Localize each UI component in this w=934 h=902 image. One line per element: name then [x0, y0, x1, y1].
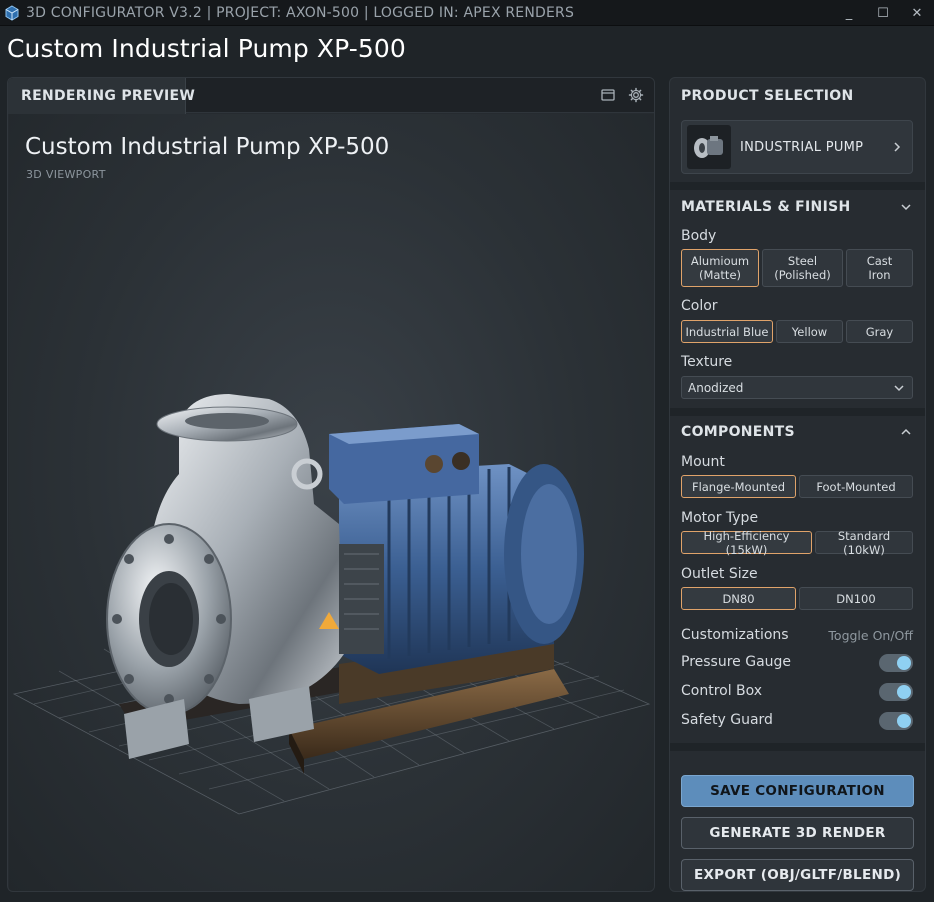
product-selector[interactable]: INDUSTRIAL PUMP — [681, 120, 913, 174]
pressure-gauge-toggle[interactable] — [879, 654, 913, 672]
pressure-gauge-label: Pressure Gauge — [681, 654, 792, 670]
chevron-right-icon — [894, 142, 901, 152]
maximize-button[interactable]: ☐ — [866, 0, 900, 26]
outlet-size-label: Outlet Size — [681, 566, 758, 582]
texture-select[interactable]: Anodized — [681, 376, 913, 399]
chevron-down-icon[interactable] — [899, 200, 913, 214]
components-heading: COMPONENTS — [681, 424, 795, 440]
generate-3d-render-button[interactable]: GENERATE 3D RENDER — [681, 817, 914, 849]
color-option-gray[interactable]: Gray — [846, 320, 913, 343]
safety-guard-toggle[interactable] — [879, 712, 913, 730]
toggle-knob — [897, 685, 911, 699]
texture-value: Anodized — [688, 380, 744, 395]
viewport-title: Custom Industrial Pump XP-500 — [25, 134, 390, 160]
safety-guard-label: Safety Guard — [681, 712, 773, 728]
preview-tools — [600, 87, 644, 103]
motor-type-label: Motor Type — [681, 510, 759, 526]
mount-option-foot[interactable]: Foot-Mounted — [799, 475, 913, 498]
tab-rendering-preview[interactable]: RENDERING PREVIEW — [8, 78, 195, 114]
customizations-label: Customizations — [681, 627, 789, 643]
toggle-knob — [897, 714, 911, 728]
product-thumbnail — [687, 125, 731, 169]
chevron-up-icon[interactable] — [899, 425, 913, 439]
pump-3d-model[interactable] — [9, 274, 654, 834]
texture-label: Texture — [681, 354, 733, 370]
configuration-panel: PRODUCT SELECTION INDUSTRIAL PUMP MATERI… — [669, 77, 926, 892]
control-box-toggle[interactable] — [879, 683, 913, 701]
color-label: Color — [681, 298, 718, 314]
window-layout-icon[interactable] — [600, 87, 616, 103]
collapsed-section-heading-edge — [681, 759, 741, 765]
save-configuration-button[interactable]: SAVE CONFIGURATION — [681, 775, 914, 807]
toggle-knob — [897, 656, 911, 670]
section-divider — [670, 182, 925, 190]
mount-label: Mount — [681, 454, 725, 470]
outlet-option-dn80[interactable]: DN80 — [681, 587, 796, 610]
mount-option-flange[interactable]: Flange-Mounted — [681, 475, 796, 498]
toggle-hint: Toggle On/Off — [828, 628, 913, 643]
window-title: 3D CONFIGURATOR V3.2 | PROJECT: AXON-500… — [26, 4, 575, 21]
body-option-cast-iron[interactable]: Cast Iron — [846, 249, 913, 287]
close-button[interactable]: ✕ — [900, 0, 934, 26]
window-controls: _ ☐ ✕ — [832, 0, 934, 26]
outlet-option-dn100[interactable]: DN100 — [799, 587, 913, 610]
section-divider — [670, 408, 925, 416]
pump-thumbnail-icon — [694, 136, 723, 158]
body-option-steel[interactable]: Steel (Polished) — [762, 249, 843, 287]
title-bar: 3D CONFIGURATOR V3.2 | PROJECT: AXON-500… — [0, 0, 934, 26]
minimize-button[interactable]: _ — [832, 0, 866, 26]
export-button[interactable]: EXPORT (OBJ/GLTF/BLEND) — [681, 859, 914, 891]
materials-heading: MATERIALS & FINISH — [681, 199, 851, 215]
color-option-yellow[interactable]: Yellow — [776, 320, 843, 343]
body-option-aluminium[interactable]: Alumioum (Matte) — [681, 249, 759, 287]
product-selection-heading: PRODUCT SELECTION — [681, 88, 854, 104]
3d-viewport[interactable]: Custom Industrial Pump XP-500 3D VIEWPOR… — [9, 114, 654, 891]
chevron-down-icon — [894, 385, 904, 392]
page-title: Custom Industrial Pump XP-500 — [7, 34, 406, 63]
viewport-subtitle: 3D VIEWPORT — [26, 168, 106, 181]
preview-tab-bar: RENDERING PREVIEW — [8, 78, 654, 114]
cube-app-icon — [5, 4, 19, 21]
rendering-preview-panel: RENDERING PREVIEW Custom Industrial Pump… — [7, 77, 655, 892]
motor-option-high-efficiency[interactable]: High-Efficiency (15kW) — [681, 529, 812, 557]
motor-option-standard[interactable]: Standard (10kW) — [815, 529, 913, 557]
control-box-label: Control Box — [681, 683, 763, 699]
section-divider — [670, 743, 925, 751]
selected-product-label: INDUSTRIAL PUMP — [740, 139, 864, 155]
gear-icon[interactable] — [628, 87, 644, 103]
body-label: Body — [681, 228, 717, 244]
color-option-industrial-blue[interactable]: Industrial Blue — [681, 320, 773, 343]
